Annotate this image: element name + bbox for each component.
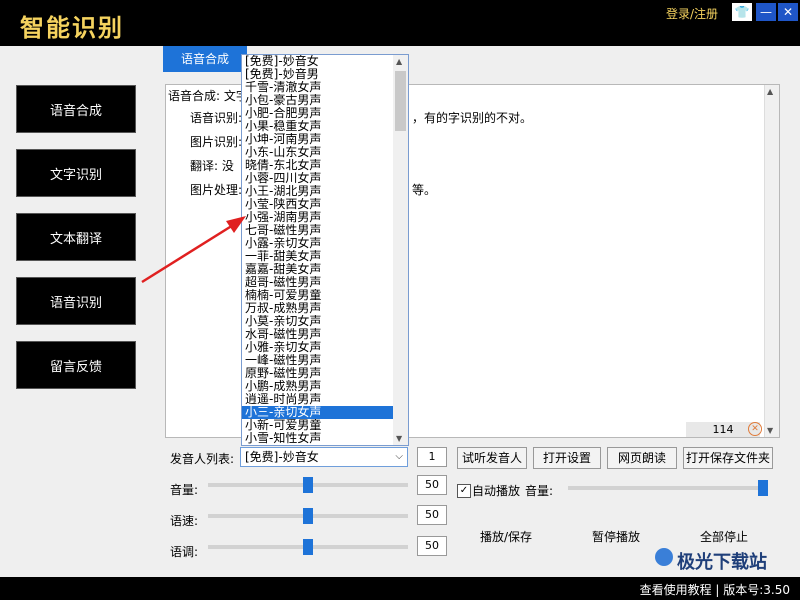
annotation-arrow — [141, 216, 246, 284]
